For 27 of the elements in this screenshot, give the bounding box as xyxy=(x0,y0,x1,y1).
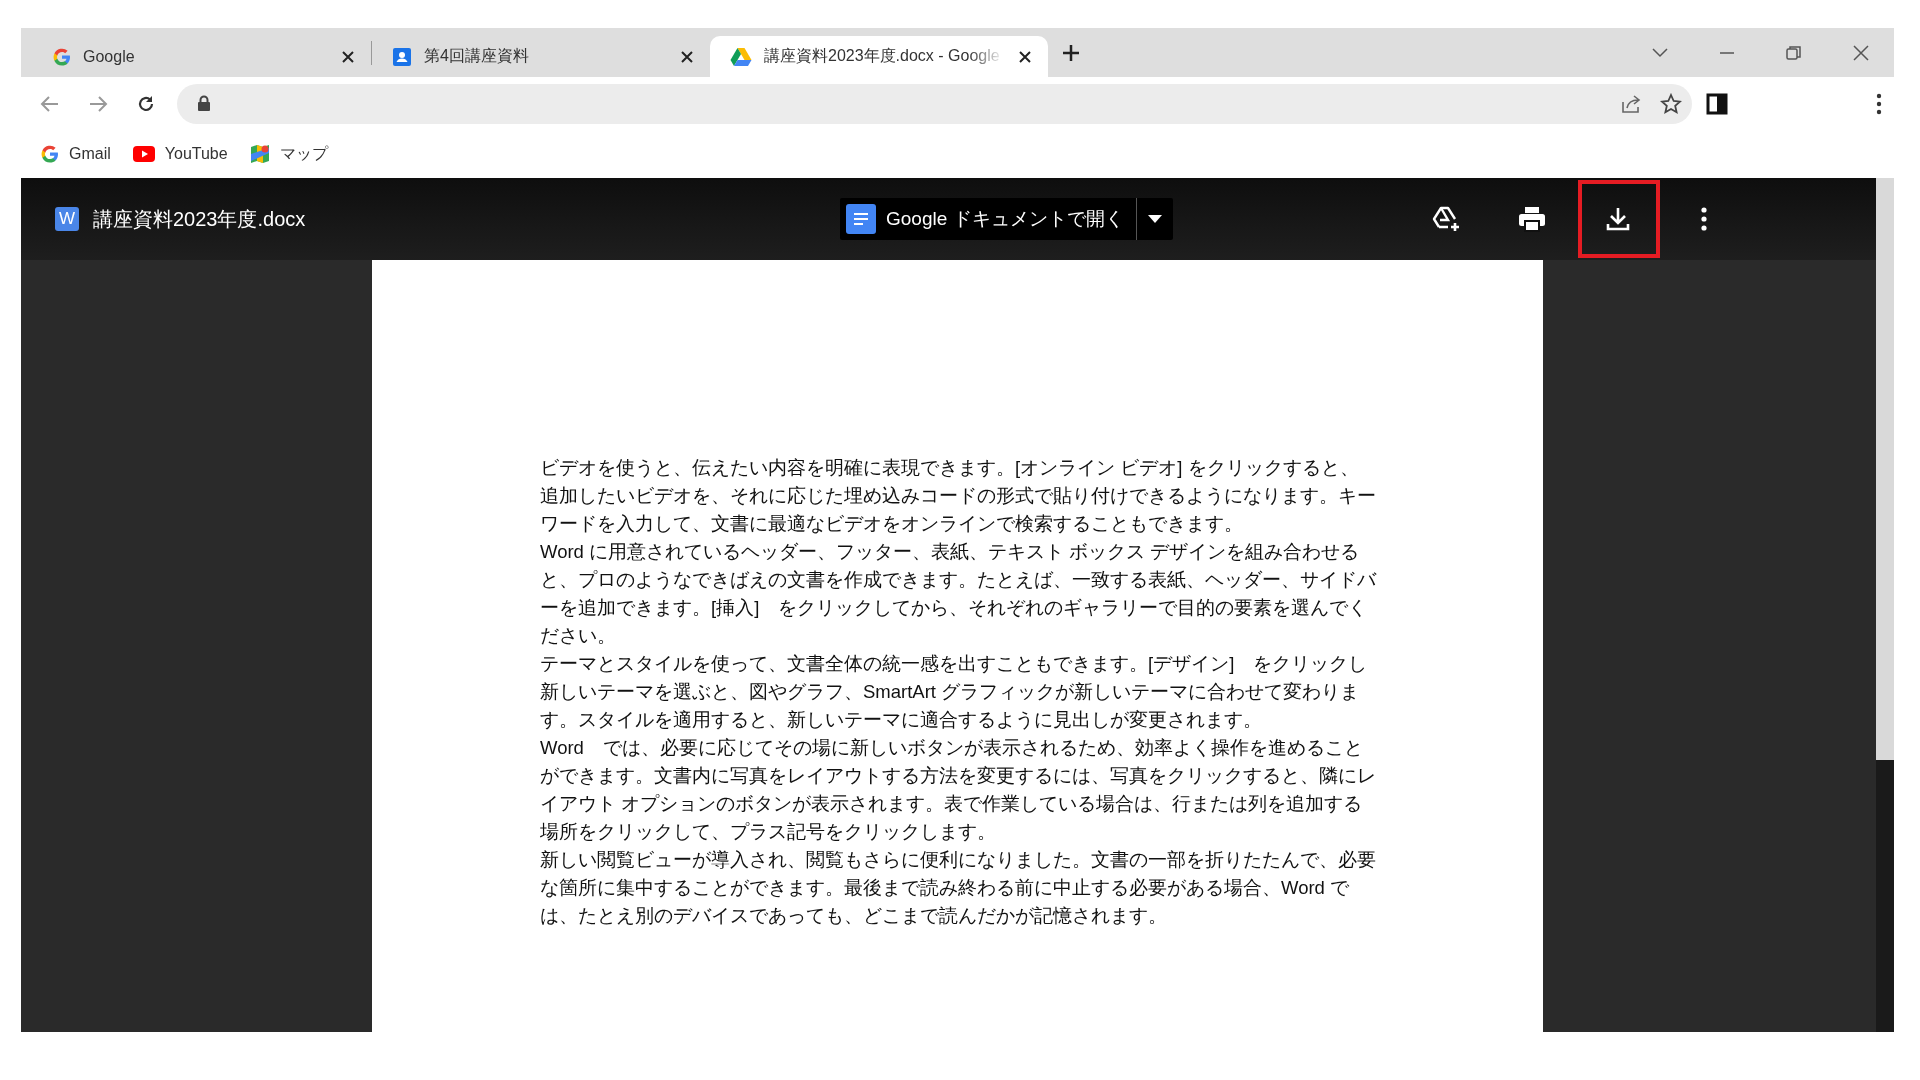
more-vertical-icon[interactable] xyxy=(1876,92,1882,115)
paragraph: 新しい閲覧ビューが導入され、閲覧もさらに便利になりました。文書の一部を折りたたんで、必要な箇所に集中することができます。最後まで読み終わる前に中止する必要がある場合、Word では、たとえ別のデバイスであっても、どこまで読んだかが記憶されます。 xyxy=(540,848,1376,928)
paragraph: Word に用意されているヘッダー、フッター、表紙、テキスト ボックス デザインを組み合わせると、プロのようなできばえの文書を作成できます。たとえば、一致する表紙、ヘッダー、サイドバーを追加できます。[挿入] をクリックしてから、それぞれのギャラリーで目的の要素を選んでください。 xyxy=(540,540,1376,648)
google-logo-icon xyxy=(53,47,71,66)
word-file-icon: W xyxy=(55,207,79,231)
share-icon[interactable] xyxy=(1620,92,1642,115)
bookmark-link[interactable]: Gmail xyxy=(41,145,111,163)
star-icon[interactable] xyxy=(1660,92,1682,115)
document-lines-icon xyxy=(846,204,876,234)
person-card-icon xyxy=(392,46,412,67)
paragraph: ビデオを使うと、伝えたい内容を明確に表現できます。[オンライン ビデオ] をクリックすると、追加したいビデオを、それに応じた埋め込みコードの形式で貼り付けできるようになります。キーワードを入力して、文書に最適なビデオをオンラインで検索することもできます。 xyxy=(540,456,1376,536)
browser-tab[interactable]: 講座資料2023年度.docx - Google xyxy=(710,36,1048,77)
bookmark-link[interactable]: マップ xyxy=(249,143,328,165)
scrollbar-thumb[interactable] xyxy=(1876,178,1894,760)
play-button-icon xyxy=(132,146,155,162)
side-panel-icon[interactable] xyxy=(1706,92,1728,115)
paragraph: テーマとスタイルを使って、文書全体の統一感を出すこともできます。[デザイン] をクリックし新しいテーマを選ぶと、図やグラフ、SmartArt グラフィックが新しいテーマに合わせて変わります。スタイルを適用すると、新しいテーマに適合するように見出しが変更されます。 xyxy=(540,652,1369,732)
file-name: 講座資料2023年度.docx xyxy=(93,206,306,232)
download-icon[interactable] xyxy=(1578,180,1660,258)
paragraph: Word では、必要に応じてその場に新しいボタンが表示されるため、効率よく操作を進めることができます。文書内に写真をレイアウトする方法を変更するには、写真をクリックすると、隣にレイアウト オプションのボタンが表示されます。表で作業している場合は、行または列を追加する場所をクリックして、プラス記号をクリックします。 xyxy=(540,736,1376,844)
drive-triangle-icon xyxy=(730,46,752,67)
map-pin-icon xyxy=(249,144,270,164)
browser-tab[interactable]: Google xyxy=(33,36,371,77)
google-logo-icon xyxy=(41,145,59,163)
browser-tab[interactable]: 第4回講座資料 xyxy=(372,36,710,77)
lock-icon xyxy=(197,95,211,112)
bookmark-link[interactable]: YouTube xyxy=(132,145,228,163)
